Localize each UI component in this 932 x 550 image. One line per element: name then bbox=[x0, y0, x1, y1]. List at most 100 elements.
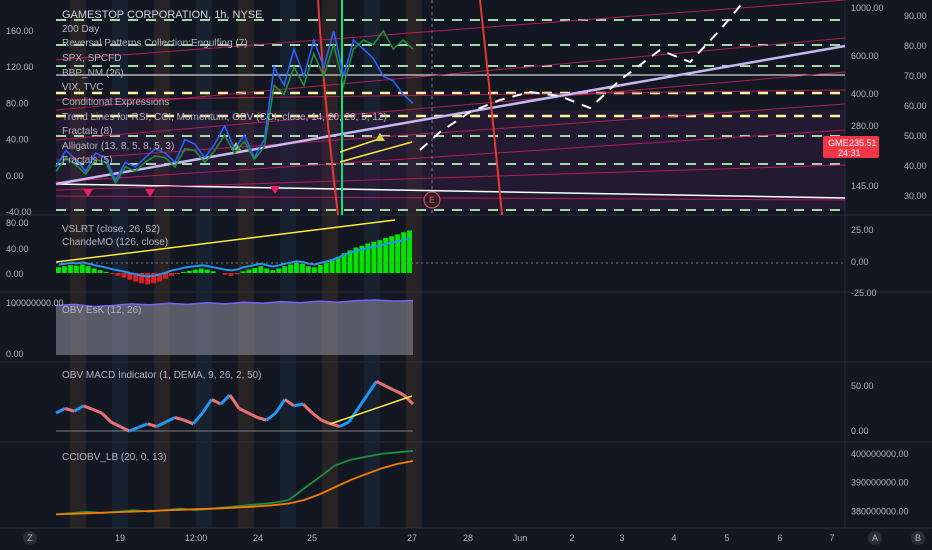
indicator-label[interactable]: Fractals (5) bbox=[62, 155, 113, 166]
vslrt-tick: 40.00 bbox=[6, 244, 29, 254]
right-price-tick: 50.00 bbox=[904, 131, 927, 141]
timezone-icon-label: Z bbox=[27, 533, 33, 543]
histogram-bar bbox=[109, 273, 115, 275]
time-tick: 2 bbox=[569, 533, 574, 543]
macd-segment bbox=[293, 402, 304, 408]
pane-label[interactable]: OBV MACD Indicator (1, DEMA, 9, 26, 2, 5… bbox=[62, 370, 262, 381]
indicator-label[interactable]: VIX, TVC bbox=[62, 82, 104, 93]
time-tick: 27 bbox=[407, 533, 417, 543]
pane-label[interactable]: VSLRT (close, 26, 52) bbox=[62, 224, 160, 235]
indicator-label[interactable]: BBP_NM (26) bbox=[62, 68, 124, 79]
left-price-tick: 160.00 bbox=[6, 26, 34, 36]
histogram-bar bbox=[180, 271, 186, 273]
time-tick: 12:00 bbox=[185, 533, 208, 543]
log-price-tick: 280.00 bbox=[851, 121, 879, 131]
indicator-label[interactable]: Reversal Patterns Collection:Engulfing (… bbox=[62, 38, 248, 49]
histogram-bar bbox=[335, 257, 341, 273]
histogram-bar bbox=[103, 271, 109, 273]
price-badge-time: 24:31 bbox=[838, 148, 861, 158]
time-tick: 4 bbox=[671, 533, 676, 543]
histogram-bar bbox=[317, 265, 323, 273]
log-price-tick: 145.00 bbox=[851, 181, 879, 191]
histogram-bar bbox=[67, 265, 73, 273]
auto-scale-label: A bbox=[872, 533, 878, 543]
indicator-label[interactable]: Fractals (8) bbox=[62, 126, 113, 137]
obv-tick: 0.00 bbox=[6, 349, 24, 359]
histogram-bar bbox=[210, 271, 216, 273]
histogram-bar bbox=[56, 267, 61, 273]
session-band bbox=[196, 0, 212, 528]
left-price-tick: 40.00 bbox=[6, 135, 29, 145]
time-tick: 5 bbox=[724, 533, 729, 543]
histogram-bar bbox=[121, 273, 127, 278]
time-tick: 19 bbox=[115, 533, 125, 543]
left-price-tick: 80.00 bbox=[6, 98, 29, 108]
histogram-bar bbox=[198, 268, 204, 273]
left-price-tick: 0.00 bbox=[6, 171, 24, 181]
histogram-bar bbox=[97, 270, 103, 273]
histogram-bar bbox=[234, 273, 240, 275]
right-price-tick: 60.00 bbox=[904, 101, 927, 111]
indicator-label[interactable]: SPX, SPCFD bbox=[62, 53, 121, 64]
indicator-label[interactable]: Trend Lines for RSI, CCI, Momentum, OBV … bbox=[62, 112, 387, 123]
histogram-bar bbox=[73, 265, 79, 273]
vslrt-right-tick: 25.00 bbox=[851, 225, 874, 235]
vslrt-right-tick: -25.00 bbox=[851, 288, 877, 298]
histogram-bar bbox=[175, 273, 180, 275]
histogram-bar bbox=[299, 263, 305, 273]
histogram-bar bbox=[61, 266, 67, 273]
histogram-bar bbox=[79, 264, 85, 273]
histogram-bar bbox=[240, 271, 246, 273]
histogram-bar bbox=[222, 273, 228, 275]
chart-canvas[interactable]: 160.00120.0080.0040.000.00-40.001000.006… bbox=[0, 0, 932, 550]
right-price-tick: 70.00 bbox=[904, 71, 927, 81]
histogram-bar bbox=[145, 273, 151, 285]
histogram-bar bbox=[270, 270, 276, 273]
histogram-bar bbox=[407, 230, 412, 273]
cciobv-right-tick: 400000000.00 bbox=[851, 449, 909, 459]
right-price-tick: 40.00 bbox=[904, 161, 927, 171]
indicator-label[interactable]: Conditional Expressions bbox=[62, 97, 169, 108]
histogram-bar bbox=[401, 232, 407, 273]
histogram-bar bbox=[246, 269, 252, 273]
histogram-bar bbox=[258, 266, 264, 273]
time-tick: 3 bbox=[619, 533, 624, 543]
log-price-tick: 600.00 bbox=[851, 51, 879, 61]
price-badge-symbol: GME bbox=[828, 138, 849, 148]
histogram-bar bbox=[311, 267, 317, 273]
histogram-bar bbox=[329, 260, 335, 273]
right-price-tick: 90.00 bbox=[904, 11, 927, 21]
histogram-bar bbox=[294, 262, 299, 273]
pane-label[interactable]: OBV EsK (12, 26) bbox=[62, 305, 141, 316]
time-tick: 28 bbox=[463, 533, 473, 543]
chart-title: GAMESTOP CORPORATION, 1h, NYSE bbox=[62, 9, 263, 21]
histogram-bar bbox=[186, 270, 192, 273]
right-price-tick: 80.00 bbox=[904, 41, 927, 51]
pane-label[interactable]: ChandeMO (126, close) bbox=[62, 237, 168, 248]
log-price-tick: 400.00 bbox=[851, 89, 879, 99]
histogram-bar bbox=[323, 262, 329, 273]
histogram-bar bbox=[204, 269, 210, 273]
histogram-bar bbox=[169, 273, 174, 276]
indicator-label[interactable]: 200 Day bbox=[62, 24, 99, 35]
pane-label[interactable]: CCIOBV_LB (20, 0, 13) bbox=[62, 452, 167, 463]
histogram-bar bbox=[85, 266, 91, 273]
left-price-tick: 120.00 bbox=[6, 62, 34, 72]
earnings-marker-label: E bbox=[429, 195, 435, 205]
vslrt-tick: 80.00 bbox=[6, 218, 29, 228]
session-band bbox=[154, 0, 170, 528]
time-tick: 24 bbox=[253, 533, 263, 543]
histogram-bar bbox=[192, 269, 198, 273]
session-band bbox=[238, 0, 254, 528]
right-price-tick: 30.00 bbox=[904, 191, 927, 201]
time-tick: Jun bbox=[513, 533, 528, 543]
histogram-bar bbox=[288, 264, 293, 273]
histogram-bar bbox=[115, 273, 121, 276]
time-tick: 7 bbox=[829, 533, 834, 543]
histogram-bar bbox=[252, 267, 258, 273]
cciobv-right-tick: 390000000.00 bbox=[851, 478, 909, 488]
obv-tick: 100000000.00 bbox=[6, 298, 64, 308]
histogram-bar bbox=[91, 268, 97, 273]
time-tick: 6 bbox=[777, 533, 782, 543]
indicator-label[interactable]: Alligator (13, 8, 5, 8, 5, 3) bbox=[62, 141, 174, 152]
